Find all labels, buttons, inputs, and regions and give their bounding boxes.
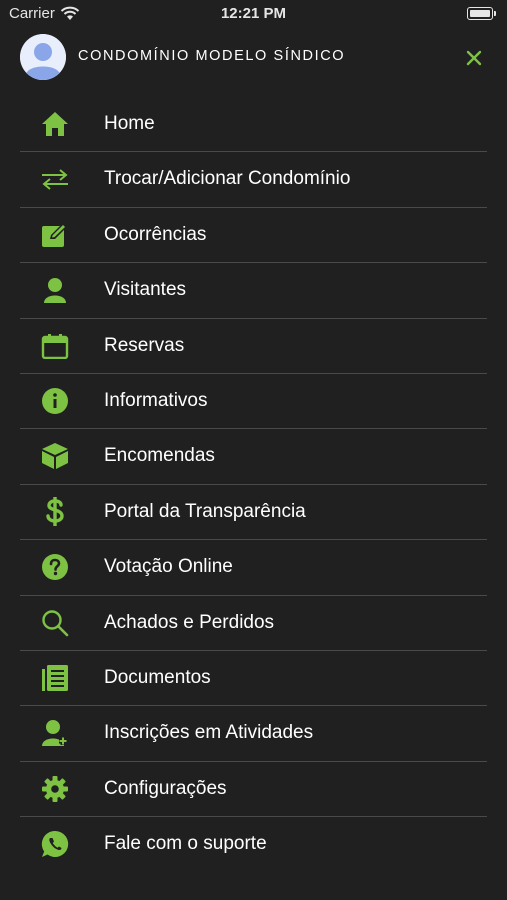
menu-label: Encomendas	[104, 445, 215, 467]
menu-item-online-voting[interactable]: Votação Online	[20, 540, 487, 596]
close-icon[interactable]	[460, 44, 488, 72]
menu-item-transparency-portal[interactable]: Portal da Transparência	[20, 485, 487, 541]
swap-arrows-icon	[39, 164, 71, 194]
menu-label: Reservas	[104, 334, 185, 356]
menu-item-settings[interactable]: Configurações	[20, 762, 487, 818]
menu-label: Portal da Transparência	[104, 500, 306, 522]
menu-item-lost-found[interactable]: Achados e Perdidos	[20, 596, 487, 651]
menu-label: Visitantes	[104, 279, 187, 301]
whatsapp-icon	[39, 829, 71, 859]
search-icon	[39, 608, 71, 638]
menu-label: Home	[104, 113, 155, 134]
info-icon	[39, 386, 71, 416]
condo-name[interactable]: CONDOMÍNIO MODELO SÍNDICO	[78, 48, 345, 64]
person-icon	[39, 275, 71, 305]
menu-item-activity-registrations[interactable]: Inscrições em Atividades	[20, 706, 487, 762]
menu-label: Achados e Perdidos	[104, 611, 275, 633]
avatar[interactable]	[20, 34, 66, 80]
status-time: 12:21 PM	[220, 5, 287, 22]
menu-item-home[interactable]: Home	[20, 97, 487, 153]
menu-item-switch-condo[interactable]: Trocar/Adicionar Condomínio	[20, 152, 487, 208]
battery-level	[470, 10, 490, 17]
person-add-icon	[39, 718, 71, 748]
menu-label: Votação Online	[104, 556, 233, 578]
status-bar: Carrier 12:21 PM	[0, 0, 507, 28]
menu-label: Ocorrências	[104, 223, 207, 245]
menu-item-occurrences[interactable]: Ocorrências	[20, 208, 487, 264]
documents-icon	[39, 663, 71, 693]
menu-label: Informativos	[104, 389, 208, 411]
gear-icon	[39, 774, 71, 804]
menu-label: Documentos	[104, 666, 211, 688]
menu-item-documents[interactable]: Documentos	[20, 651, 487, 707]
menu-item-visitors[interactable]: Visitantes	[20, 263, 487, 319]
edit-note-icon	[39, 220, 71, 250]
menu-item-reservations[interactable]: Reservas	[20, 319, 487, 374]
menu-item-news[interactable]: Informativos	[20, 374, 487, 430]
help-icon	[39, 552, 71, 582]
drawer-menu: Home Trocar/Adicionar Condomínio Ocorrên…	[20, 97, 487, 871]
menu-label: Configurações	[104, 777, 227, 799]
menu-label: Trocar/Adicionar Condomínio	[104, 168, 351, 190]
package-icon	[39, 441, 71, 471]
menu-item-packages[interactable]: Encomendas	[20, 429, 487, 485]
menu-label: Fale com o suporte	[104, 833, 267, 855]
menu-label: Inscrições em Atividades	[104, 722, 314, 744]
menu-item-support[interactable]: Fale com o suporte	[20, 817, 487, 871]
battery-icon	[467, 7, 496, 20]
home-icon	[39, 109, 71, 139]
dollar-icon	[39, 496, 71, 527]
calendar-icon	[39, 331, 71, 361]
drawer-header: CONDOMÍNIO MODELO SÍNDICO	[0, 30, 507, 90]
